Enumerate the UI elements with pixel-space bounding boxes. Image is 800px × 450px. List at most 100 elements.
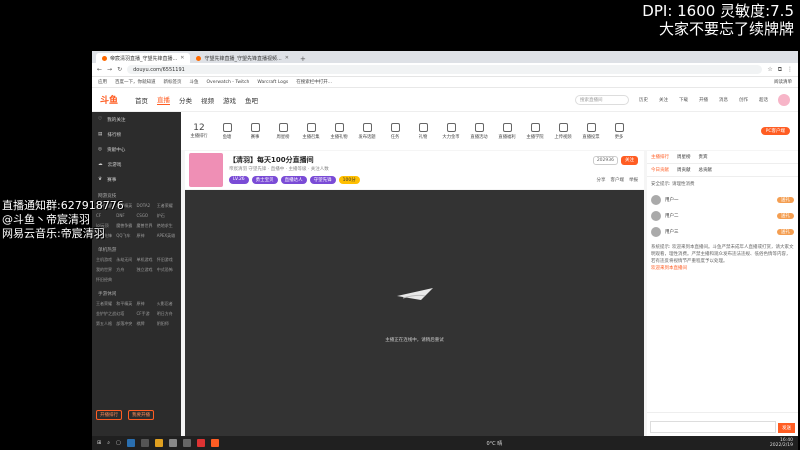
category-link[interactable]: 棋牌 — [137, 321, 157, 327]
menu-icon[interactable]: ⋮ — [787, 66, 793, 73]
rank-action-button[interactable]: 送礼 — [777, 197, 794, 203]
create-icon[interactable]: 创作 — [738, 97, 749, 103]
new-tab-button[interactable]: + — [295, 55, 311, 63]
steam-icon[interactable] — [126, 439, 135, 447]
bookmark-item[interactable]: 新标签页 — [164, 79, 182, 85]
chat-input[interactable] — [650, 421, 776, 433]
category-link[interactable]: 幻塔 — [116, 311, 136, 317]
sidebar-item-follow[interactable]: ♡ 我的关注 — [92, 112, 181, 127]
category-link[interactable]: 金铲铲之战 — [96, 311, 116, 317]
folder-icon[interactable] — [154, 439, 163, 447]
nav-live[interactable]: 直播 — [157, 94, 171, 105]
category-link[interactable]: 绝地求生 — [157, 223, 177, 229]
category-link[interactable]: 独立游戏 — [137, 267, 157, 273]
category-link[interactable]: 原神 — [137, 233, 157, 239]
room-tag-highlight[interactable]: 100分 — [338, 176, 360, 184]
category-link[interactable]: 原神 — [137, 301, 157, 307]
category-item[interactable]: 礼物 — [413, 122, 433, 140]
category-item[interactable]: 主播学院 — [525, 122, 545, 140]
category-link[interactable]: 部落冲突 — [116, 321, 136, 327]
app-icon[interactable] — [140, 439, 149, 447]
client-button[interactable]: 客户端 — [611, 177, 625, 183]
douyu-logo[interactable]: 斗鱼 — [100, 93, 118, 106]
report-button[interactable]: 举报 — [629, 177, 638, 183]
category-item[interactable]: 鱼塘 — [217, 122, 237, 140]
rank-action-button[interactable]: 送礼 — [777, 229, 794, 235]
bookmark-item[interactable]: Overwatch - Twitch — [207, 80, 250, 85]
category-link[interactable]: 方舟 — [116, 267, 136, 273]
rank-avatar[interactable] — [651, 195, 661, 205]
streamer-avatar[interactable] — [189, 153, 223, 187]
message-icon[interactable]: 消息 — [718, 97, 729, 103]
nav-yuba[interactable]: 鱼吧 — [245, 95, 258, 105]
sidebar-item-contribution[interactable]: ◎ 贡献中心 — [92, 142, 181, 157]
star-icon[interactable]: ☆ — [767, 66, 772, 73]
url-field[interactable]: douyu.com/6551191 — [127, 65, 763, 74]
nav-home[interactable]: 首页 — [135, 95, 148, 105]
reload-icon[interactable]: ↻ — [117, 66, 122, 73]
sidebar-item-esports[interactable]: ♛ 赛事 — [92, 172, 181, 187]
nav-category[interactable]: 分类 — [179, 95, 192, 105]
back-icon[interactable]: ← — [97, 66, 102, 73]
tab-today[interactable]: 今日贡献 — [651, 167, 669, 173]
category-link[interactable]: DOTA2 — [137, 203, 157, 209]
tab-anchor-rank[interactable]: 主播排行 — [651, 154, 669, 160]
broadcast-rank-button[interactable]: 开播排行 — [96, 410, 122, 420]
chrome-icon[interactable] — [196, 439, 205, 447]
category-link[interactable]: 炉石 — [157, 213, 177, 219]
share-button[interactable]: 分享 — [597, 177, 606, 183]
category-item[interactable]: 主播召集 — [301, 122, 321, 140]
category-item[interactable]: 直播投票 — [581, 122, 601, 140]
room-tag[interactable]: 勇士宝贝 — [251, 176, 278, 184]
category-item[interactable]: 主播礼物 — [329, 122, 349, 140]
video-player[interactable]: 主播正在连线中，请稍后重试 — [185, 190, 644, 436]
category-item[interactable]: 周星榜 — [273, 122, 293, 140]
category-item[interactable]: 赛事 — [245, 122, 265, 140]
topic-icon[interactable]: 超话 — [758, 97, 769, 103]
browser-tab-1[interactable]: 帝宸清羽直播_守望先锋直播... ✕ — [96, 53, 191, 63]
send-button[interactable]: 发送 — [778, 423, 795, 433]
search-icon[interactable]: ⌕ — [107, 440, 110, 446]
download-icon[interactable]: 下载 — [678, 97, 689, 103]
extensions-icon[interactable]: ⧉ — [778, 66, 782, 74]
task-view-icon[interactable]: ▢ — [116, 440, 121, 446]
app-icon[interactable] — [168, 439, 177, 447]
category-link[interactable]: 我的世界 — [96, 267, 116, 273]
category-link[interactable]: CF手游 — [137, 311, 157, 317]
category-link[interactable]: 单机游戏 — [137, 257, 157, 263]
search-input[interactable]: 搜索直播间 — [575, 94, 629, 105]
category-item[interactable]: 直播福利 — [497, 122, 517, 140]
category-link[interactable]: 永劫无间 — [116, 257, 136, 263]
tab-weekly-star[interactable]: 周星榜 — [677, 154, 691, 160]
category-link[interactable]: 和平精英 — [116, 301, 136, 307]
category-item[interactable]: 大力金币 — [441, 122, 461, 140]
rank-avatar[interactable] — [651, 211, 661, 221]
tab-total[interactable]: 总贡献 — [699, 167, 713, 173]
broadcast-icon[interactable]: 开播 — [698, 97, 709, 103]
follow-icon[interactable]: 关注 — [658, 97, 669, 103]
nav-game[interactable]: 游戏 — [223, 95, 236, 105]
rank-avatar[interactable] — [651, 227, 661, 237]
room-tag[interactable]: 直播达人 — [280, 176, 307, 184]
bookmark-item[interactable]: Warcraft Logs — [257, 80, 288, 85]
rank-action-button[interactable]: 送礼 — [777, 213, 794, 219]
category-link[interactable]: 魔兽世界 — [137, 223, 157, 229]
category-link[interactable]: 中式恐怖 — [157, 267, 177, 273]
room-tag[interactable]: 守望先锋 — [309, 176, 336, 184]
category-item[interactable]: 任务 — [385, 122, 405, 140]
category-item[interactable]: 直播活动 — [469, 122, 489, 140]
category-link[interactable]: 明日方舟 — [157, 311, 177, 317]
windows-start-icon[interactable]: ⊞ — [97, 440, 101, 446]
category-link[interactable]: CSGO — [137, 213, 157, 219]
app-icon[interactable] — [182, 439, 191, 447]
sidebar-item-ranking[interactable]: ▤ 排行榜 — [92, 127, 181, 142]
bookmark-item[interactable]: 百度一下，你就知道 — [115, 79, 156, 85]
category-link[interactable]: 火影忍者 — [157, 301, 177, 307]
user-avatar[interactable] — [778, 93, 790, 106]
category-link[interactable]: APEX英雄 — [157, 233, 177, 239]
forward-icon[interactable]: → — [107, 66, 112, 73]
category-link[interactable]: 王者荣耀 — [96, 301, 116, 307]
tab-week[interactable]: 周贡献 — [677, 167, 691, 173]
browser-tab-2[interactable]: 守望先锋直播_守望先锋直播视频... ✕ — [190, 53, 294, 63]
tab-vip[interactable]: 贵宾 — [699, 154, 708, 160]
